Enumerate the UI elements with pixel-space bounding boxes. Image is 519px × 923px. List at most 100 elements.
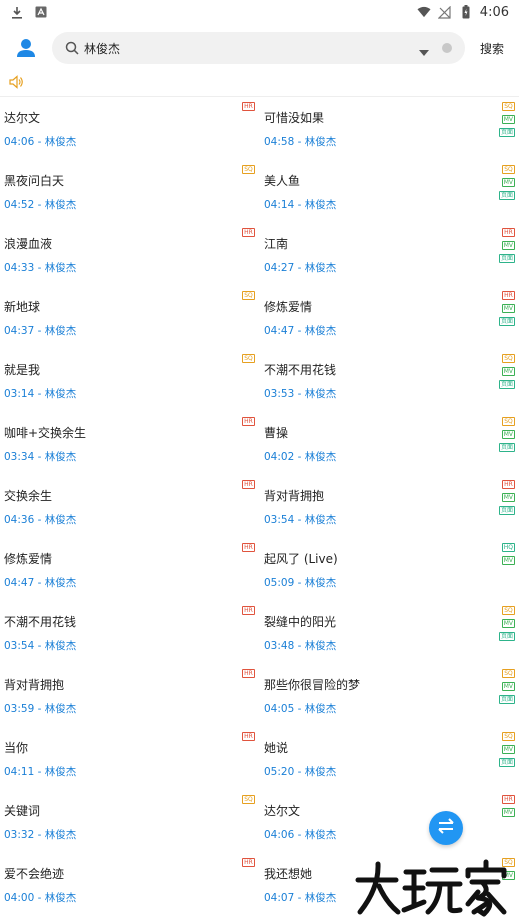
- song-artist[interactable]: 林俊杰: [45, 388, 77, 400]
- song-item[interactable]: 达尔文 04:06 - 林俊杰 HR: [0, 97, 259, 160]
- song-item[interactable]: 浪漫血液 04:33 - 林俊杰 HR: [0, 223, 259, 286]
- song-item[interactable]: 起风了 (Live) 05:09 - 林俊杰 HQ MV: [260, 538, 519, 601]
- speaker-icon[interactable]: [8, 74, 24, 90]
- song-artist[interactable]: 林俊杰: [45, 577, 77, 589]
- song-artist[interactable]: 林俊杰: [305, 829, 337, 841]
- song-artist[interactable]: 林俊杰: [45, 766, 77, 778]
- badge-mv[interactable]: MV: [501, 493, 515, 502]
- song-artist[interactable]: 林俊杰: [305, 388, 337, 400]
- song-item[interactable]: 可惜没如果 04:58 - 林俊杰 SQ MV 页面: [260, 97, 519, 160]
- song-item[interactable]: 交换余生 04:36 - 林俊杰 HR: [0, 475, 259, 538]
- song-artist[interactable]: 林俊杰: [45, 262, 77, 274]
- user-avatar-icon[interactable]: [14, 36, 38, 60]
- song-item[interactable]: 达尔文 04:06 - 林俊杰 HR MV: [260, 790, 519, 853]
- song-duration: 05:09: [264, 577, 295, 589]
- song-artist[interactable]: 林俊杰: [305, 514, 337, 526]
- song-artist[interactable]: 林俊杰: [45, 325, 77, 337]
- watermark-logo: [352, 858, 512, 918]
- no-signal-icon: [438, 5, 452, 19]
- song-item[interactable]: 就是我 03:14 - 林俊杰 SQ: [0, 349, 259, 412]
- badge-mv[interactable]: MV: [501, 682, 515, 691]
- badge-mv[interactable]: MV: [501, 808, 515, 817]
- song-title: 她说: [264, 741, 289, 755]
- badge-ly: 页面: [498, 191, 515, 200]
- song-title: 曹操: [264, 426, 289, 440]
- badge-hr: HR: [242, 543, 255, 552]
- song-artist[interactable]: 林俊杰: [45, 703, 77, 715]
- song-artist[interactable]: 林俊杰: [305, 640, 337, 652]
- song-item[interactable]: 修炼爱情 04:47 - 林俊杰 HR MV 页面: [260, 286, 519, 349]
- badge-mv[interactable]: MV: [501, 556, 515, 565]
- badge-ly: 页面: [498, 380, 515, 389]
- song-meta: 05:20 - 林俊杰: [264, 764, 336, 779]
- badge-mv[interactable]: MV: [501, 367, 515, 376]
- search-button[interactable]: 搜索: [480, 40, 504, 57]
- song-duration: 03:54: [4, 640, 35, 652]
- download-icon: [10, 5, 24, 19]
- song-duration: 03:14: [4, 388, 35, 400]
- song-item[interactable]: 曹操 04:02 - 林俊杰 SQ MV 页面: [260, 412, 519, 475]
- badge-mv[interactable]: MV: [501, 241, 515, 250]
- song-artist[interactable]: 林俊杰: [305, 262, 337, 274]
- song-artist[interactable]: 林俊杰: [305, 703, 337, 715]
- badge-hr: HR: [502, 795, 515, 804]
- song-item[interactable]: 她说 05:20 - 林俊杰 SQ MV 页面: [260, 727, 519, 790]
- song-item[interactable]: 修炼爱情 04:47 - 林俊杰 HR: [0, 538, 259, 601]
- song-artist[interactable]: 林俊杰: [305, 199, 337, 211]
- song-meta: 04:07 - 林俊杰: [264, 890, 336, 905]
- song-meta: 04:47 - 林俊杰: [264, 323, 336, 338]
- song-artist[interactable]: 林俊杰: [45, 451, 77, 463]
- song-item[interactable]: 裂缝中的阳光 03:48 - 林俊杰 SQ MV 页面: [260, 601, 519, 664]
- song-item[interactable]: 不潮不用花钱 03:54 - 林俊杰 HR: [0, 601, 259, 664]
- quality-badges: SQ MV 页面: [498, 669, 515, 704]
- song-item[interactable]: 爱不会绝迹 04:00 - 林俊杰 HR: [0, 853, 259, 916]
- song-artist[interactable]: 林俊杰: [305, 892, 337, 904]
- badge-mv[interactable]: MV: [501, 745, 515, 754]
- song-artist[interactable]: 林俊杰: [305, 766, 337, 778]
- song-artist[interactable]: 林俊杰: [45, 640, 77, 652]
- badge-ly: 页面: [498, 758, 515, 767]
- song-artist[interactable]: 林俊杰: [305, 136, 337, 148]
- song-item[interactable]: 江南 04:27 - 林俊杰 HR MV 页面: [260, 223, 519, 286]
- meta-separator: -: [34, 388, 45, 400]
- switch-button[interactable]: [429, 811, 463, 845]
- song-item[interactable]: 美人鱼 04:14 - 林俊杰 SQ MV 页面: [260, 160, 519, 223]
- song-item[interactable]: 关键词 03:32 - 林俊杰 SQ: [0, 790, 259, 853]
- badge-hr: HR: [242, 480, 255, 489]
- song-artist[interactable]: 林俊杰: [305, 325, 337, 337]
- song-item[interactable]: 不潮不用花钱 03:53 - 林俊杰 SQ MV 页面: [260, 349, 519, 412]
- badge-mv[interactable]: MV: [501, 178, 515, 187]
- badge-mv[interactable]: MV: [501, 304, 515, 313]
- song-title: 美人鱼: [264, 174, 301, 188]
- song-item[interactable]: 背对背拥抱 03:59 - 林俊杰 HR: [0, 664, 259, 727]
- song-item[interactable]: 当你 04:11 - 林俊杰 HR: [0, 727, 259, 790]
- song-duration: 03:34: [4, 451, 35, 463]
- badge-hr: HR: [242, 606, 255, 615]
- song-artist[interactable]: 林俊杰: [45, 199, 77, 211]
- search-input[interactable]: 林俊杰: [52, 32, 465, 64]
- song-duration: 04:33: [4, 262, 35, 274]
- song-title: 当你: [4, 741, 29, 755]
- song-item[interactable]: 新地球 04:37 - 林俊杰 SQ: [0, 286, 259, 349]
- song-artist[interactable]: 林俊杰: [305, 577, 337, 589]
- song-title: 江南: [264, 237, 289, 251]
- song-artist[interactable]: 林俊杰: [45, 514, 77, 526]
- badge-mv[interactable]: MV: [501, 115, 515, 124]
- song-artist[interactable]: 林俊杰: [45, 829, 77, 841]
- meta-separator: -: [294, 640, 305, 652]
- badge-mv[interactable]: MV: [501, 619, 515, 628]
- badge-ly: 页面: [498, 443, 515, 452]
- song-item[interactable]: 黑夜问白天 04:52 - 林俊杰 SQ: [0, 160, 259, 223]
- badge-mv[interactable]: MV: [501, 430, 515, 439]
- song-item[interactable]: 背对背拥抱 03:54 - 林俊杰 HR MV 页面: [260, 475, 519, 538]
- song-item[interactable]: 咖啡+交换余生 03:34 - 林俊杰 HR: [0, 412, 259, 475]
- clear-icon[interactable]: [442, 43, 452, 53]
- meta-separator: -: [34, 199, 45, 211]
- quality-badges: HR: [242, 417, 255, 426]
- song-artist[interactable]: 林俊杰: [305, 451, 337, 463]
- song-artist[interactable]: 林俊杰: [45, 892, 77, 904]
- search-query[interactable]: 林俊杰: [84, 40, 120, 57]
- dropdown-arrow-icon[interactable]: [418, 43, 430, 56]
- song-item[interactable]: 那些你很冒险的梦 04:05 - 林俊杰 SQ MV 页面: [260, 664, 519, 727]
- song-artist[interactable]: 林俊杰: [45, 136, 77, 148]
